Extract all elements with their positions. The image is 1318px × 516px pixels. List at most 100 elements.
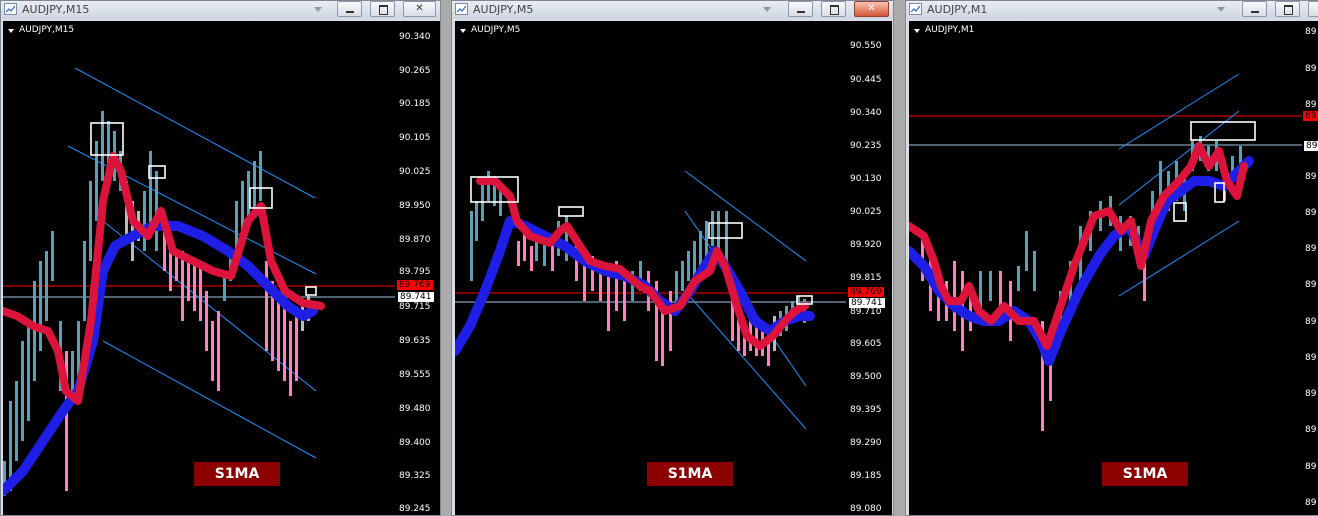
minimize-icon (1251, 11, 1259, 13)
price-tick: 89.555 (399, 370, 431, 380)
maximize-button[interactable] (370, 1, 395, 17)
candle-bar (21, 341, 24, 441)
close-icon: ✕ (415, 3, 424, 14)
price-tick: 89.400 (399, 438, 431, 448)
candle-bar (217, 311, 220, 391)
candle-bar (1025, 231, 1028, 271)
price-tick: 90.105 (399, 133, 431, 143)
price-tick: 89 (1305, 498, 1317, 508)
price-tick: 89.870 (399, 235, 431, 245)
dropdown-icon[interactable] (8, 29, 14, 33)
maximize-icon (830, 5, 839, 15)
candle-bar (687, 251, 690, 281)
price-axis[interactable]: 90.340 90.265 90.185 90.105 90.025 89.95… (395, 21, 440, 515)
candle-bar (1017, 266, 1020, 291)
dropdown-icon[interactable] (914, 29, 920, 33)
dropdown-icon[interactable] (1217, 7, 1225, 12)
price-tick: 89 (1305, 244, 1317, 254)
candle-bar (143, 191, 146, 251)
candle-bar (181, 251, 184, 321)
minimize-button[interactable] (788, 1, 813, 17)
price-tick: 90.130 (850, 174, 882, 184)
candle-bar (470, 211, 473, 281)
fast-ma-ribbon (3, 152, 325, 405)
price-tick: 90.340 (850, 108, 882, 118)
candle-bar (205, 291, 208, 351)
candle-bar (89, 181, 92, 261)
price-tick: 89 (1305, 208, 1317, 218)
maximize-button[interactable] (821, 1, 846, 17)
price-tick: 89.185 (850, 471, 882, 481)
window-titlebar[interactable]: AUDJPY,M1 (906, 1, 1318, 19)
dropdown-icon[interactable] (763, 7, 771, 12)
price-tick: 90.185 (399, 99, 431, 109)
candle-bar (711, 211, 714, 246)
chart-area[interactable]: AUDJPY,M5 S1MA 90.550 90.445 90.340 90.2… (455, 21, 892, 515)
price-tick: 89 (1305, 389, 1317, 399)
price-axis[interactable]: 89 89 89 89 89 89 89 89 89 89 89 89 89 8… (1302, 21, 1318, 515)
candle-bar (101, 111, 104, 181)
fast-ma-ribbon (909, 142, 1248, 350)
candle-bar (989, 271, 992, 301)
chart-window-m5[interactable]: AUDJPY,M5 ✕ AUDJPY,M5 S1MA 90.550 90.445… (451, 0, 894, 516)
chart-area[interactable]: AUDJPY,M15 S1MA 90.340 90.265 90.185 90.… (3, 21, 440, 515)
price-tick: 90.265 (399, 66, 431, 76)
window-title: AUDJPY,M15 (22, 3, 90, 16)
price-tick: 89.480 (399, 404, 431, 414)
candle-bar (95, 141, 98, 221)
chart-area[interactable]: AUDJPY,M1 S1MA 89 89 89 89 89 89 89 89 8… (909, 21, 1318, 515)
close-button[interactable]: ✕ (854, 1, 889, 17)
candle-bar (27, 321, 30, 421)
window-titlebar[interactable]: AUDJPY,M15 ✕ (1, 1, 440, 19)
minimize-button[interactable] (1242, 1, 1267, 17)
chart-window-m15[interactable]: AUDJPY,M15 ✕ AUDJPY,M15 S1MA 90.340 90.2… (0, 0, 441, 516)
minimize-button[interactable] (337, 1, 362, 17)
candle-bar (481, 181, 484, 221)
price-axis[interactable]: 90.550 90.445 90.340 90.235 90.130 90.02… (846, 21, 892, 515)
price-chart[interactable] (455, 21, 846, 516)
price-chart[interactable] (3, 21, 395, 516)
maximize-button[interactable] (1275, 1, 1300, 17)
close-button[interactable] (1308, 1, 1318, 17)
highlight-box (558, 206, 584, 217)
candle-bar (51, 231, 54, 281)
candle-bar (717, 211, 720, 251)
minimize-icon (346, 11, 354, 13)
dropdown-icon[interactable] (314, 7, 322, 12)
candle-bar (289, 321, 292, 396)
price-chart[interactable] (909, 21, 1302, 516)
price-tick: 89.605 (850, 339, 882, 349)
dropdown-icon[interactable] (460, 29, 466, 33)
candle-bar (681, 261, 684, 291)
candle-bar (517, 241, 520, 266)
bid-price-label: 89.769 (397, 280, 433, 290)
price-tick: 89.715 (399, 302, 431, 312)
chart-window-m1[interactable]: AUDJPY,M1 AUDJPY,M1 S1MA 89 89 89 89 89 … (905, 0, 1318, 516)
price-tick: 89 (1305, 100, 1317, 110)
candle-bar (475, 201, 478, 241)
price-tick: 90.445 (850, 75, 882, 85)
chart-symbol-label: AUDJPY,M1 (925, 25, 975, 35)
candle-bar (83, 241, 86, 321)
price-tick: 90.025 (850, 207, 882, 217)
current-price-label: 89 (1303, 140, 1318, 152)
price-tick: 89 (1305, 462, 1317, 472)
candle-bar (295, 311, 298, 381)
candle-bar (211, 321, 214, 381)
candle-bar (265, 261, 268, 351)
price-tick: 89 (1305, 353, 1317, 363)
candle-bar (199, 261, 202, 321)
window-titlebar[interactable]: AUDJPY,M5 ✕ (452, 1, 893, 19)
price-tick: 89.245 (399, 504, 431, 514)
close-button[interactable]: ✕ (403, 1, 436, 17)
price-tick: 89.080 (850, 504, 882, 514)
candle-bar (149, 151, 152, 231)
candle-bar (669, 291, 672, 351)
chart-app-icon (909, 3, 922, 15)
price-tick: 89 (1305, 317, 1317, 327)
candle-bar (15, 381, 18, 461)
candle-bar (499, 191, 502, 216)
price-tick: 89.635 (399, 336, 431, 346)
bid-price-label: 89.769 (848, 287, 884, 297)
window-title: AUDJPY,M1 (927, 3, 988, 16)
